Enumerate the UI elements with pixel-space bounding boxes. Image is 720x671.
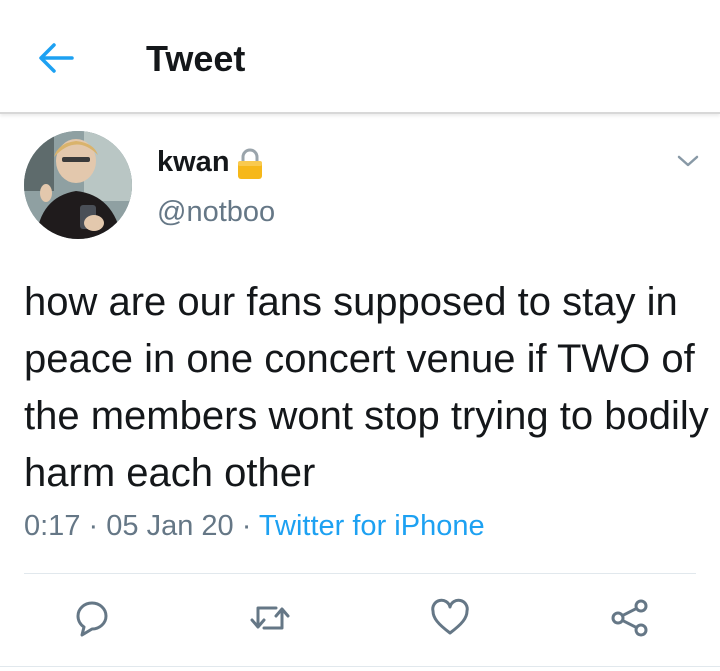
author-handle[interactable]: @notboo [157,196,275,229]
page-title: Tweet [146,38,246,79]
tweet-date: 05 Jan 20 [106,510,234,542]
chevron-down-icon[interactable] [676,152,700,170]
meta-separator: · [88,510,99,542]
like-icon[interactable] [428,596,472,640]
divider [24,573,696,574]
tweet-time: 0:17 [24,510,81,542]
retweet-icon[interactable] [248,596,292,640]
meta-separator: · [241,510,252,542]
avatar[interactable] [24,131,132,239]
action-bar [0,596,720,646]
divider [0,666,720,667]
lock-icon [238,148,262,179]
author-name[interactable]: kwan [157,146,230,179]
arrow-left-icon[interactable] [36,40,76,76]
top-bar: Tweet [0,0,720,114]
tweet-source-link[interactable]: Twitter for iPhone [259,510,485,542]
tweet-meta: 0:17 · 05 Jan 20 · Twitter for iPhone [24,510,485,543]
share-icon[interactable] [608,596,652,640]
tweet-text: how are our fans supposed to stay in pea… [24,280,709,495]
reply-icon[interactable] [70,596,114,640]
